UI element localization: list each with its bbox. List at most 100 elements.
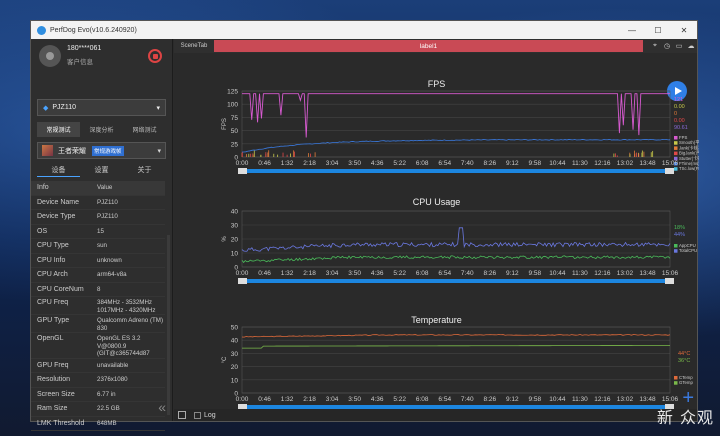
- info-key: CPU Arch: [37, 271, 68, 279]
- temp-ytick: 40: [231, 338, 239, 345]
- cpu-xtick: 3:50: [348, 270, 361, 277]
- fps-ftime-line: [241, 138, 671, 153]
- device-selector[interactable]: ◆ PJZ110 ▾: [37, 99, 166, 116]
- temperature-chart: 50403020100°C44°C36°CCTempGTemp0:00 0:46 1…: [222, 325, 693, 410]
- game-icon: [42, 145, 53, 156]
- cpu-total-line: [241, 227, 671, 252]
- temp-xtick: 3:50: [348, 396, 361, 403]
- tab-network-test[interactable]: 网络测试: [123, 122, 166, 137]
- fps-slider-start-handle[interactable]: [238, 168, 247, 174]
- info-key: OS: [37, 227, 48, 235]
- cpu-xtick: 7:40: [461, 270, 474, 277]
- user-section: 180****061 客户信息: [31, 39, 172, 77]
- clock-icon[interactable]: ◷: [661, 42, 673, 50]
- watermark-logo: 新 众观: [656, 408, 714, 427]
- cpu-xtick: 0:00: [236, 270, 249, 277]
- scrollbar[interactable]: [167, 235, 170, 415]
- info-key: Resolution: [37, 376, 71, 384]
- cpu-xtick: 9:12: [506, 270, 519, 277]
- info-key: Ram Size: [37, 405, 68, 413]
- cpu-xtick: 15:06: [662, 270, 679, 277]
- temp-xtick: 10:44: [549, 396, 566, 403]
- fps-legend-swatch: [674, 151, 678, 156]
- cpu-xtick: 0:46: [258, 270, 271, 277]
- app-mode-badge: 常规游戏帧: [92, 145, 124, 156]
- window-title: PerfDog Evo(v10.6.240920): [50, 26, 137, 34]
- info-value: 6.77 in: [97, 390, 116, 398]
- fps-range-slider[interactable]: [242, 169, 670, 173]
- app-name: 王者荣耀: [58, 147, 86, 155]
- info-value: 384MHz - 3532MHz 1017MHz - 4320MHz: [97, 299, 156, 314]
- log-label: Log: [204, 411, 216, 419]
- fps-legend-swatch: [674, 136, 678, 140]
- tab-device[interactable]: 设备: [37, 165, 80, 177]
- fps-xtick: 9:12: [506, 160, 519, 167]
- fps-slider-end-handle[interactable]: [665, 168, 674, 174]
- info-value: unknown: [97, 256, 122, 264]
- cpu-xtick: 3:04: [326, 270, 339, 277]
- info-key: CPU CoreNum: [37, 285, 84, 293]
- fps-legend-swatch: [674, 141, 678, 145]
- table-row: OS 15: [31, 225, 165, 239]
- device-icon: ◆: [43, 104, 49, 112]
- temp-legend-label[interactable]: GTemp: [679, 380, 693, 385]
- temp-ytick: 50: [231, 325, 239, 332]
- fps-xtick: 6:08: [416, 160, 429, 167]
- fps-xtick: 9:58: [529, 160, 542, 167]
- cpu-xtick: 1:32: [281, 270, 294, 277]
- close-button[interactable]: ✕: [671, 26, 697, 35]
- cpu-legend-label[interactable]: TotalCPU: [679, 248, 697, 253]
- tab-deep-analysis[interactable]: 深度分析: [80, 122, 123, 137]
- cpu-ytick: 20: [231, 237, 239, 244]
- location-icon[interactable]: ⌖: [649, 42, 661, 50]
- top-icons: ⌖ ◷ ▭ ☁: [649, 42, 697, 50]
- fps-xtick: 2:18: [303, 160, 316, 167]
- cloud-icon[interactable]: ☁: [685, 42, 697, 50]
- cpu-chart-title: CPU Usage: [412, 197, 461, 207]
- device-info-table: Info Value Device Name PJZ110 Device Type P…: [31, 181, 165, 431]
- cpu-range-slider[interactable]: [242, 279, 670, 283]
- temp-xtick: 6:54: [438, 396, 451, 403]
- cpu-xtick: 9:58: [529, 270, 542, 277]
- fps-xtick: 5:22: [393, 160, 406, 167]
- temp-xtick: 13:48: [639, 396, 656, 403]
- maximize-button[interactable]: ☐: [645, 26, 671, 35]
- fps-ytick: 25: [231, 141, 239, 148]
- log-checkbox[interactable]: [194, 411, 201, 419]
- tab-normal-test[interactable]: 常规测试: [37, 122, 80, 137]
- header-value: Value: [97, 184, 113, 191]
- fps-current-value: 0: [674, 111, 677, 117]
- cpu-slider-start-handle[interactable]: [238, 278, 247, 284]
- info-key: Device Type: [37, 213, 76, 221]
- fps-xtick: 12:16: [594, 160, 611, 167]
- tab-settings[interactable]: 设置: [80, 165, 123, 177]
- table-row: GPU Type Qualcomm Adreno (TM) 830: [31, 315, 165, 333]
- info-value: PJZ110: [97, 198, 118, 206]
- cpu-xtick: 8:26: [483, 270, 496, 277]
- fps-legend-swatch: [674, 167, 678, 171]
- fps-current-value: 90.61: [674, 125, 688, 131]
- cpu-app-line: [241, 255, 671, 264]
- label-bar[interactable]: label1: [213, 40, 643, 52]
- record-button[interactable]: [148, 49, 162, 63]
- window-icon[interactable]: [178, 411, 186, 419]
- fps-legend-swatch: [674, 146, 678, 150]
- info-key: Device Name: [37, 198, 80, 206]
- avatar[interactable]: [39, 45, 61, 67]
- minimize-button[interactable]: —: [619, 26, 645, 35]
- temp-xtick: 12:16: [594, 396, 611, 403]
- info-key: Screen Size: [37, 390, 75, 398]
- cpu-xtick: 10:44: [549, 270, 566, 277]
- fps-xtick: 13:02: [617, 160, 634, 167]
- fps-xtick: 11:30: [572, 160, 588, 167]
- folder-icon[interactable]: ▭: [673, 42, 685, 50]
- info-key: LMK Threshold: [37, 419, 85, 427]
- temp-xtick: 0:46: [258, 396, 271, 403]
- fps-legend-label[interactable]: TSc.low(FPS): [679, 166, 699, 171]
- cpu-slider-end-handle[interactable]: [665, 278, 674, 284]
- app-selector[interactable]: 王者荣耀 常规游戏帧 ▾: [37, 142, 166, 159]
- cpu-current-value: 44%: [674, 232, 685, 238]
- tab-about[interactable]: 关于: [123, 165, 166, 177]
- scene-tab[interactable]: SceneTab: [174, 43, 214, 49]
- collapse-panel-icon[interactable]: «: [158, 399, 166, 415]
